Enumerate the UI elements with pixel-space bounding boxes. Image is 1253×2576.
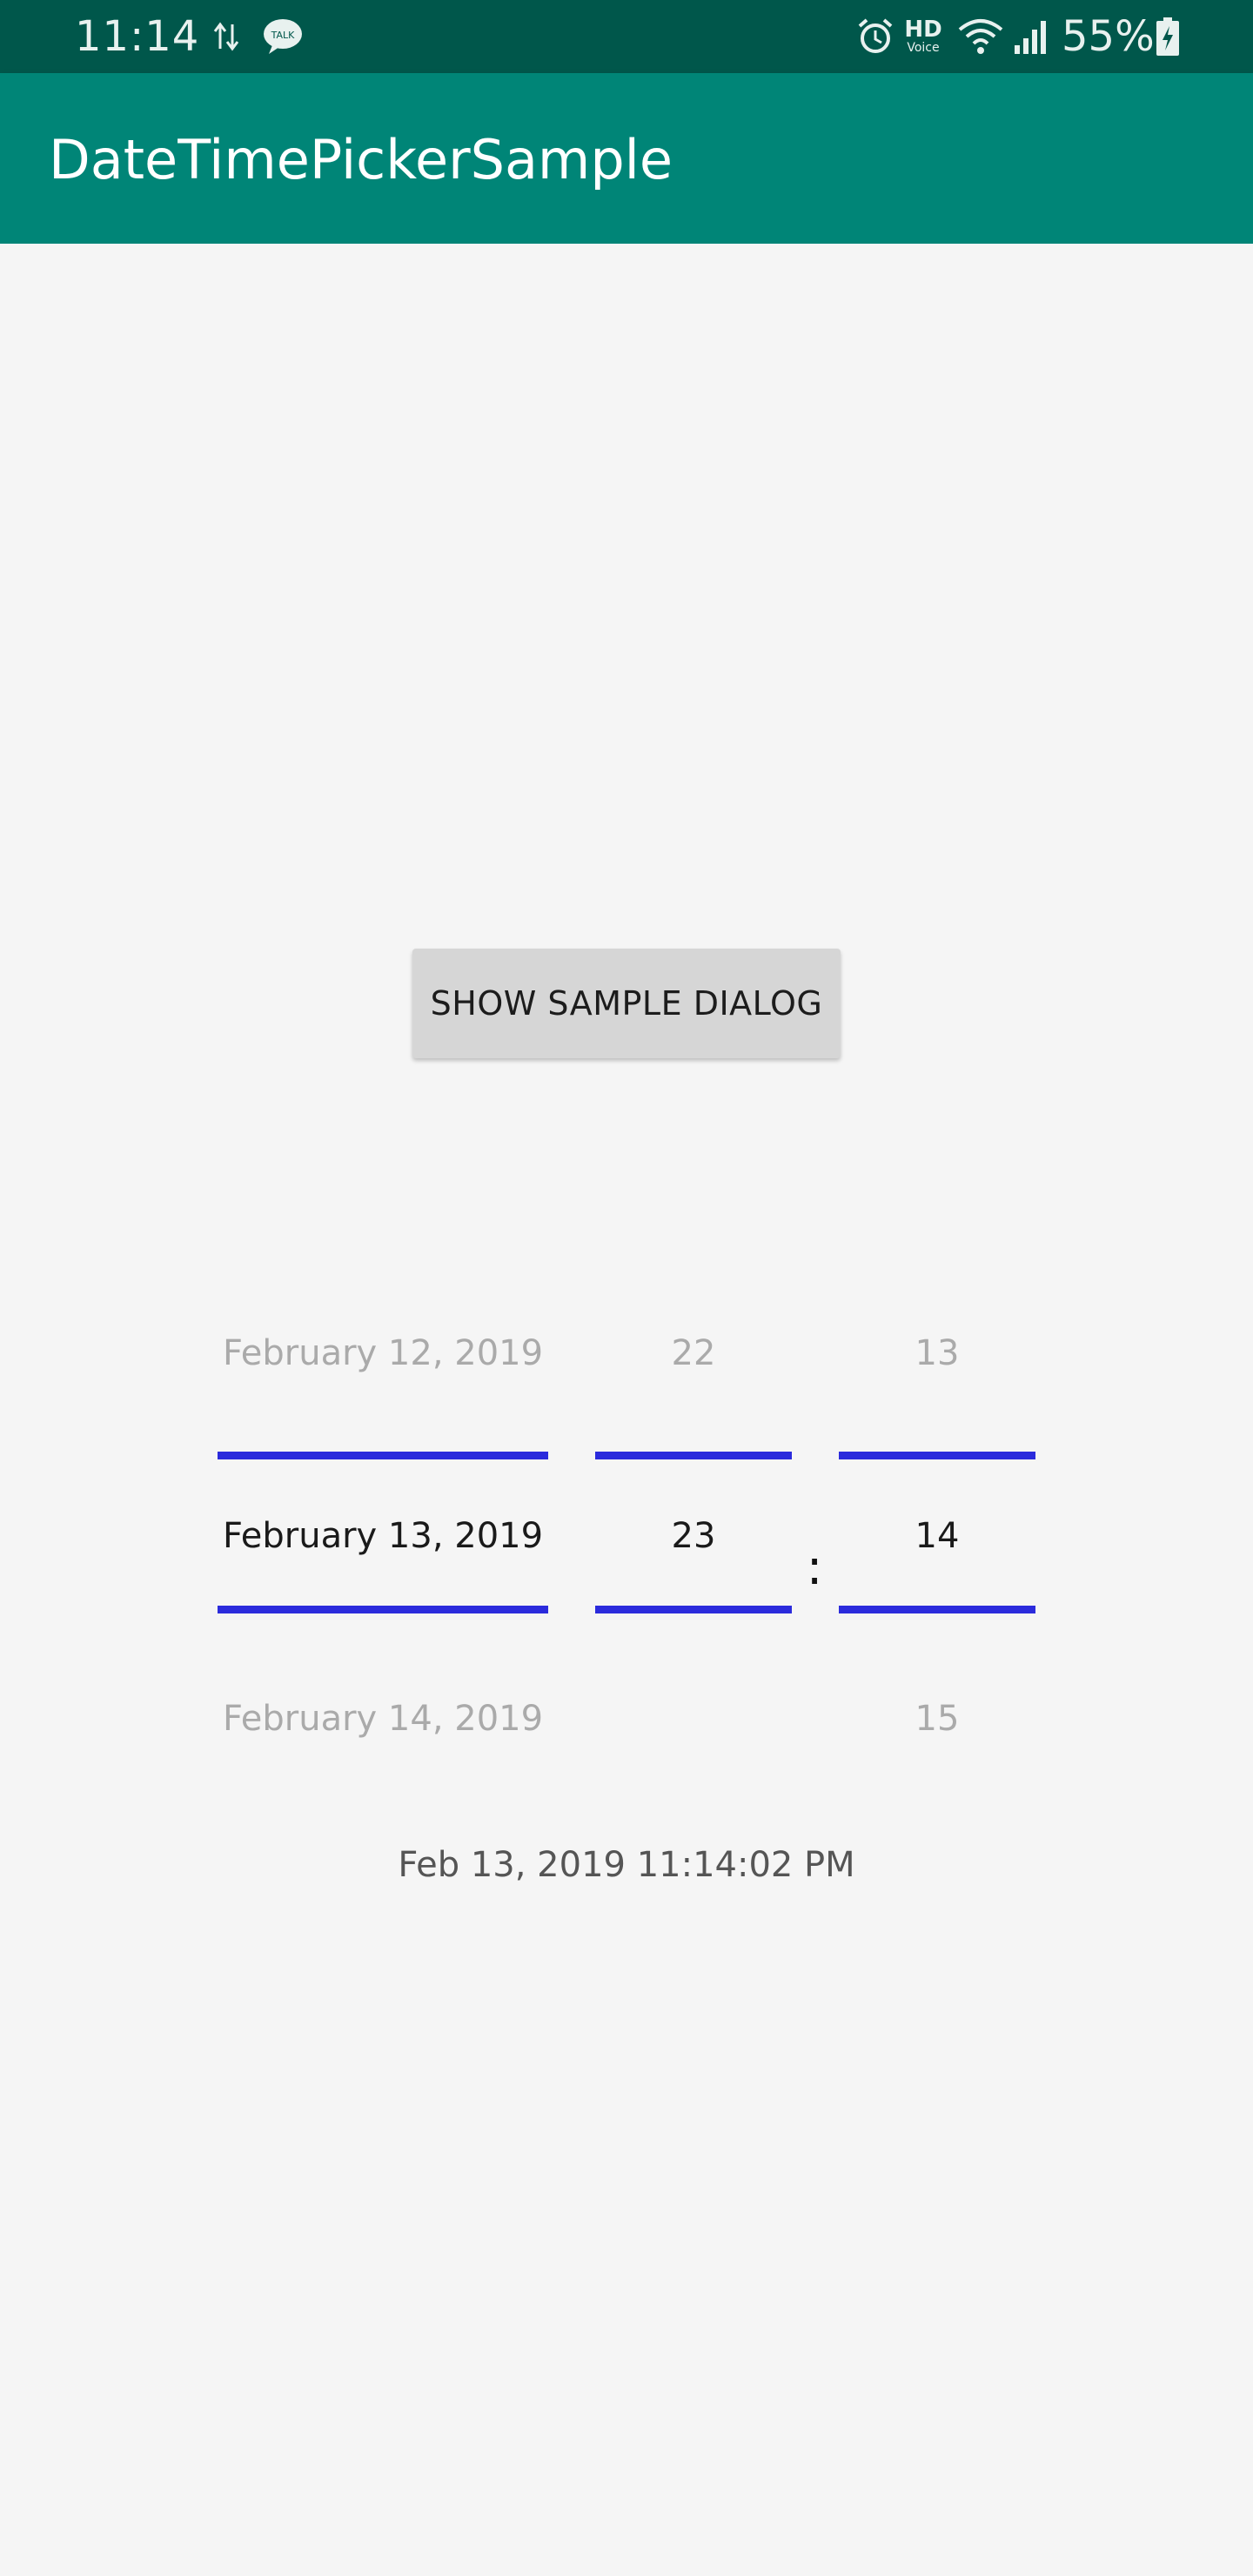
data-transfer-icon: [209, 16, 244, 57]
minute-option-next[interactable]: 15: [839, 1697, 1035, 1741]
status-time: 11:14: [75, 12, 200, 61]
hour-divider-top: [595, 1452, 792, 1459]
selected-datetime-text: Feb 13, 2019 11:14:02 PM: [398, 1845, 855, 1885]
alarm-icon: [854, 16, 896, 57]
date-divider-bottom: [218, 1606, 548, 1613]
status-bar: 11:14 TALK HD Voice 55%: [0, 0, 1253, 73]
minute-option-previous[interactable]: 13: [839, 1332, 1035, 1375]
date-option-previous[interactable]: February 12, 2019: [218, 1332, 548, 1375]
hd-voice-icon: HD Voice: [904, 17, 942, 55]
app-bar: DateTimePickerSample: [0, 73, 1253, 244]
battery-percent: 55%: [1062, 12, 1155, 61]
minute-divider-top: [839, 1452, 1035, 1459]
hour-divider-bottom: [595, 1606, 792, 1613]
minute-option-selected[interactable]: 14: [839, 1514, 1035, 1558]
date-divider-top: [218, 1452, 548, 1459]
app-title: DateTimePickerSample: [49, 128, 673, 191]
hour-option-previous[interactable]: 22: [595, 1332, 792, 1375]
date-option-selected[interactable]: February 13, 2019: [218, 1514, 548, 1558]
talk-message-icon: TALK: [261, 16, 305, 57]
show-sample-dialog-button[interactable]: SHOW SAMPLE DIALOG: [412, 949, 841, 1058]
time-separator: :: [806, 1540, 823, 1596]
hour-option-selected[interactable]: 23: [595, 1514, 792, 1558]
date-option-next[interactable]: February 14, 2019: [218, 1697, 548, 1741]
signal-icon: [1011, 16, 1053, 57]
svg-text:TALK: TALK: [271, 30, 296, 41]
minute-divider-bottom: [839, 1606, 1035, 1613]
main-content: SHOW SAMPLE DIALOG February 12, 2019 Feb…: [0, 244, 1253, 2576]
wifi-icon: [955, 16, 1006, 57]
battery-charging-icon: [1154, 16, 1182, 57]
